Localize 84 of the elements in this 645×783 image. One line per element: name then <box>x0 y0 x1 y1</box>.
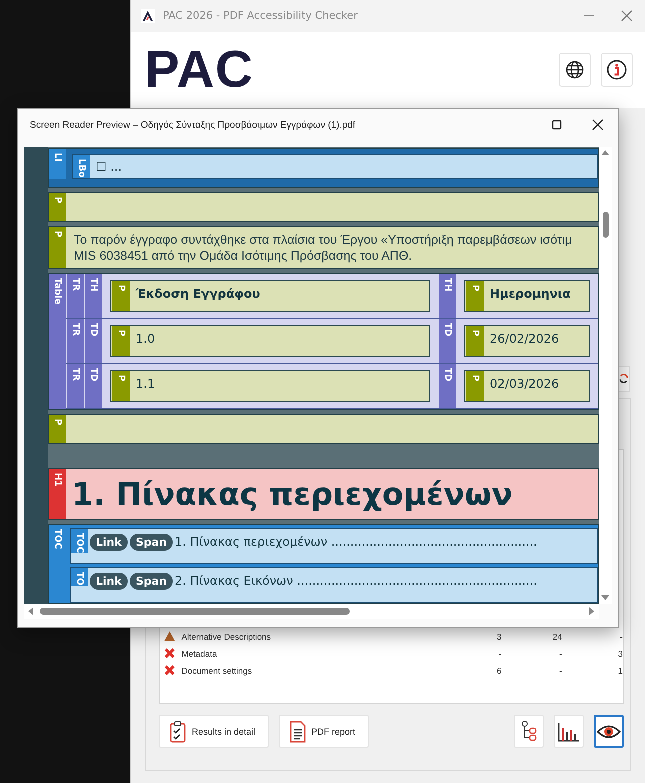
structure-tag: TO <box>71 568 88 586</box>
language-button[interactable] <box>559 53 591 87</box>
cell-text: 02/03/2026 <box>489 376 560 393</box>
result-count: 3 <box>617 648 623 658</box>
result-count: - <box>619 632 623 642</box>
scroll-thumb[interactable] <box>602 212 608 238</box>
window-title: PAC 2026 - PDF Accessibility Checker <box>163 10 358 22</box>
list-item-text: ☐ ... <box>96 159 122 176</box>
structure-tag: TD <box>85 364 102 408</box>
cell-text: 1.1 <box>135 376 156 393</box>
structure-tag: P <box>112 370 130 401</box>
structure-tag: TH <box>439 274 456 318</box>
error-icon <box>164 648 176 659</box>
result-name: Alternative Descriptions <box>182 632 272 642</box>
scroll-right-icon[interactable] <box>589 607 595 616</box>
structure-tag: TD <box>85 318 102 363</box>
result-count: 3 <box>496 632 502 642</box>
result-count: 6 <box>496 666 502 676</box>
result-count: 24 <box>552 632 562 642</box>
scroll-down-icon[interactable] <box>601 595 610 601</box>
results-in-detail-button[interactable]: Results in detail <box>159 715 269 748</box>
eye-icon <box>597 724 621 740</box>
window-title: Screen Reader Preview – Οδηγός Σύνταξης Προσβάσιμων Εγγράφων (1).pdf <box>30 120 356 130</box>
link-tag: Link <box>90 534 128 551</box>
result-name: Metadata <box>182 648 218 658</box>
pdf-report-button[interactable]: PDF report <box>278 715 369 748</box>
result-count: - <box>558 648 562 658</box>
span-tag: Span <box>130 573 173 590</box>
vertical-scrollbar[interactable] <box>599 147 612 604</box>
structure-tag: Table <box>49 274 66 409</box>
info-icon <box>606 59 628 81</box>
structure-tag: P <box>466 280 484 311</box>
link-tag: Link <box>90 573 128 590</box>
heading-text: 1. Πίνακας περιεχομένων <box>71 476 513 514</box>
clipboard-icon <box>170 720 186 742</box>
chart-button[interactable] <box>554 715 584 748</box>
cell-text: Έκδοση Εγγράφου <box>135 286 260 303</box>
paragraph-line: Το παρόν έγγραφο συντάχθηκε στα πλαίσια του Έργου «Υποστήριξη παρεμβάσεων ισότιμ <box>74 232 572 248</box>
span-tag: Span <box>130 534 173 551</box>
result-count: - <box>498 648 502 658</box>
cell-text: Ημερομηνια <box>489 286 571 303</box>
toc-entry[interactable]: 1. Πίνακας περιεχομένων ...................................................... <box>175 535 538 549</box>
warning-icon <box>164 631 176 642</box>
structure-tag: P <box>49 414 66 442</box>
close-icon[interactable] <box>592 119 604 131</box>
result-count: 1 <box>617 666 623 676</box>
cell-text: 1.0 <box>135 330 156 348</box>
globe-icon <box>565 60 585 80</box>
structure-tag: TR <box>67 274 84 318</box>
structure-tag: TR <box>67 364 84 408</box>
structure-tag: H1 <box>49 468 66 519</box>
structure-tag: P <box>466 326 484 356</box>
structure-tag: TR <box>67 318 84 363</box>
app-logo-icon <box>141 9 155 23</box>
error-icon <box>164 665 176 676</box>
maximize-icon[interactable] <box>552 120 562 130</box>
structure-tag: LBo <box>73 155 90 178</box>
structure-tag: P <box>112 326 130 356</box>
scroll-left-icon[interactable] <box>28 607 34 616</box>
structure-tag: P <box>49 226 66 268</box>
structure-tag: LI <box>49 149 66 179</box>
structure-tag: TD <box>439 318 456 363</box>
tree-icon <box>521 720 537 744</box>
preview-button[interactable] <box>594 715 624 748</box>
structure-tag: TH <box>85 274 102 318</box>
structure-tag: P <box>466 370 484 401</box>
bar-chart-icon <box>558 722 580 742</box>
info-button[interactable] <box>601 53 633 87</box>
paragraph-line: MIS 6038451 από την Ομάδα Ισότιμης Πρόσβασης του ΑΠΘ. <box>74 248 414 264</box>
structure-button[interactable] <box>514 715 544 748</box>
structure-tag: TOC <box>71 529 88 554</box>
horizontal-scrollbar[interactable] <box>24 604 599 619</box>
structure-tag: P <box>49 192 66 221</box>
result-name: Document settings <box>182 666 254 676</box>
document-icon <box>290 720 306 742</box>
scroll-thumb[interactable] <box>40 608 350 615</box>
cell-text: 26/02/2026 <box>489 330 560 348</box>
toc-entry[interactable]: 2. Πίνακας Εικόνων ............................................................... <box>175 574 538 588</box>
refresh-button[interactable] <box>618 366 630 392</box>
pac-logo: PAC <box>145 40 254 100</box>
result-count: - <box>558 666 562 676</box>
scroll-up-icon[interactable] <box>601 150 610 156</box>
structure-tag: TD <box>439 364 456 408</box>
structure-tag: P <box>112 280 130 311</box>
